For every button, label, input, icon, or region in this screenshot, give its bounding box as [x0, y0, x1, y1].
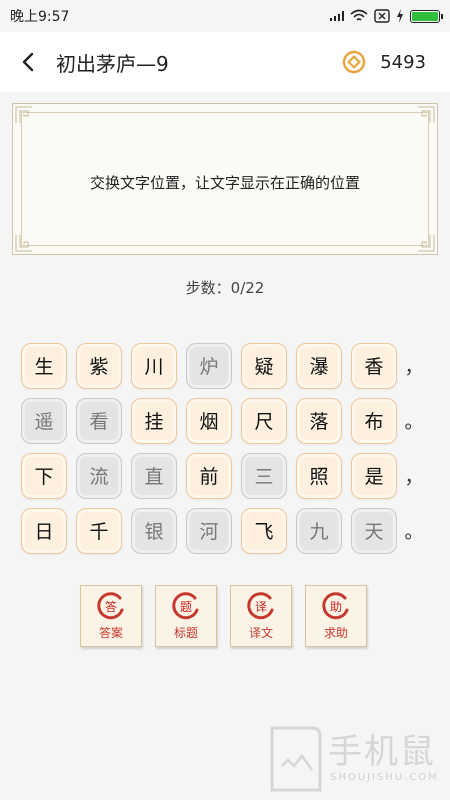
corner-ornament-icon — [15, 106, 32, 123]
status-icons — [330, 9, 443, 23]
grid-row: 日千银河飞九天。 — [21, 504, 426, 557]
punctuation-mark: ， — [404, 356, 424, 378]
translation-button[interactable]: 译译文 — [230, 585, 292, 647]
watermark-subtitle: SHOUJISHU.COM — [330, 772, 439, 783]
watermark-title: 手机鼠 — [328, 732, 436, 772]
character-tile[interactable]: 天 — [351, 507, 397, 554]
sim-off-icon — [374, 9, 390, 23]
page-title: 初出茅庐—9 — [56, 51, 169, 76]
watermark-logo-icon — [270, 726, 322, 792]
character-tile[interactable]: 尺 — [241, 397, 287, 444]
character-tile[interactable]: 烟 — [186, 397, 232, 444]
answer-button[interactable]: 答答案 — [80, 585, 142, 647]
punctuation-mark: 。 — [404, 521, 424, 543]
character-tile[interactable]: 遥 — [21, 397, 67, 444]
app-header: 初出茅庐—9 5493 — [0, 32, 450, 92]
grid-row: 遥看挂烟尺落布。 — [21, 394, 426, 447]
character-tile[interactable]: 紫 — [76, 342, 122, 389]
character-tile[interactable]: 直 — [131, 452, 177, 499]
character-tile[interactable]: 千 — [76, 507, 122, 554]
character-tile[interactable]: 落 — [296, 397, 342, 444]
charging-icon — [397, 9, 403, 23]
signal-icon — [330, 11, 344, 21]
help-button[interactable]: 助求助 — [305, 585, 367, 647]
character-tile[interactable]: 照 — [296, 452, 342, 499]
character-tile[interactable]: 香 — [351, 342, 397, 389]
character-tile[interactable]: 是 — [351, 452, 397, 499]
battery-icon — [410, 9, 443, 23]
character-tile[interactable]: 流 — [76, 452, 122, 499]
action-label: 求助 — [323, 625, 348, 640]
step-counter: 步数：0/22 — [185, 279, 265, 297]
status-time: 晚上9:57 — [10, 9, 70, 25]
grid-row: 下流直前三照是 ， — [21, 449, 426, 502]
seal-character: 助 — [329, 599, 342, 614]
character-tile[interactable]: 日 — [21, 507, 67, 554]
punctuation-mark: ， — [404, 466, 424, 488]
character-tile[interactable]: 看 — [76, 397, 122, 444]
instruction-text: 交换文字位置，让文字显示在正确的位置 — [89, 174, 360, 192]
coin-icon — [342, 50, 366, 74]
seal-character: 题 — [179, 599, 192, 614]
title-button[interactable]: 题标题 — [155, 585, 217, 647]
coin-balance: 5493 — [342, 50, 426, 74]
character-tile[interactable]: 飞 — [241, 507, 287, 554]
coin-count: 5493 — [380, 51, 426, 73]
character-tile[interactable]: 下 — [21, 452, 67, 499]
watermark: 手机鼠 SHOUJISHU.COM — [268, 724, 438, 796]
character-tile[interactable]: 生 — [21, 342, 67, 389]
status-bar: 晚上9:57 — [0, 0, 450, 32]
action-label: 答案 — [98, 625, 123, 640]
character-tile[interactable]: 九 — [296, 507, 342, 554]
seal-icon: 题 — [171, 591, 201, 622]
action-label: 译文 — [248, 625, 273, 640]
character-tile[interactable]: 河 — [186, 507, 232, 554]
chevron-left-icon — [22, 52, 34, 72]
corner-ornament-icon — [418, 106, 435, 123]
wifi-icon — [350, 9, 368, 21]
punctuation-mark: 。 — [404, 411, 424, 433]
character-tile[interactable]: 三 — [241, 452, 287, 499]
character-tile[interactable]: 疑 — [241, 342, 287, 389]
seal-character: 译 — [254, 599, 267, 614]
character-tile[interactable]: 川 — [131, 342, 177, 389]
character-tile[interactable]: 瀑 — [296, 342, 342, 389]
instruction-card: 交换文字位置，让文字显示在正确的位置 — [12, 103, 438, 255]
corner-ornament-icon — [15, 235, 32, 252]
character-tile[interactable]: 布 — [351, 397, 397, 444]
action-bar: 答答案题标题译译文助求助 — [80, 585, 367, 647]
back-button[interactable] — [0, 32, 56, 92]
character-tile[interactable]: 挂 — [131, 397, 177, 444]
character-grid: 生紫川炉疑瀑香，遥看挂烟尺落布。下流直前三照是，日千银河飞九天。 — [21, 339, 426, 559]
seal-icon: 助 — [321, 591, 351, 622]
character-tile[interactable]: 银 — [131, 507, 177, 554]
action-label: 标题 — [173, 625, 198, 640]
character-tile[interactable]: 炉 — [186, 342, 232, 389]
corner-ornament-icon — [418, 235, 435, 252]
seal-character: 答 — [104, 599, 117, 614]
character-tile[interactable]: 前 — [186, 452, 232, 499]
seal-icon: 答 — [96, 591, 126, 622]
seal-icon: 译 — [246, 591, 276, 622]
grid-row: 生紫川炉疑瀑香 ， — [21, 339, 426, 392]
